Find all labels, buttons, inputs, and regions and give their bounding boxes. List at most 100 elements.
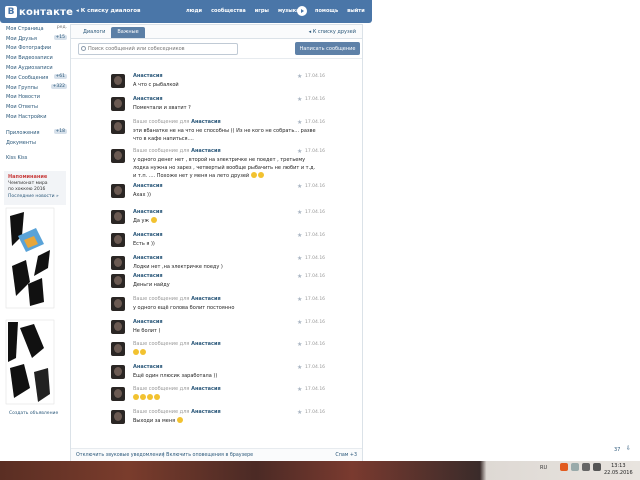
sidebar-item[interactable]: Мои Сообщения +61 xyxy=(0,73,70,83)
avatar[interactable] xyxy=(111,120,125,134)
message-row[interactable]: Анастасия Лодки нет ,на электричке поеду … xyxy=(71,254,362,274)
message-author[interactable]: Анастасия xyxy=(133,209,163,215)
star-icon[interactable]: ★ xyxy=(297,386,302,393)
avatar[interactable] xyxy=(111,410,125,424)
message-row[interactable]: Анастасия Помечтали и хватит ? ★ 17.04.16 xyxy=(71,95,362,115)
message-author[interactable]: Ваше сообщение для Анастасия xyxy=(133,409,221,415)
write-message-button[interactable]: Написать сообщение xyxy=(295,42,360,55)
sidebar-item[interactable]: Документы xyxy=(0,138,70,148)
star-icon[interactable]: ★ xyxy=(297,341,302,348)
avatar[interactable] xyxy=(111,274,125,288)
avatar[interactable] xyxy=(111,342,125,356)
message-author[interactable]: Ваше сообщение для Анастасия xyxy=(133,148,221,154)
message-author[interactable]: Анастасия xyxy=(133,96,163,102)
sidebar-item[interactable]: Kiss Kiss xyxy=(0,154,70,164)
message-author[interactable]: Анастасия xyxy=(133,364,163,370)
sidebar-item[interactable]: Приложения +18 xyxy=(0,128,70,138)
message-row[interactable]: Анастасия А что с рыбалкой ★ 17.04.16 xyxy=(71,72,362,92)
scroll-up-icon[interactable]: ⇩ xyxy=(626,445,632,453)
clock[interactable]: 13:13 22.05.2016 xyxy=(604,463,633,477)
nav-games[interactable]: игры xyxy=(255,8,269,14)
language-indicator[interactable]: RU xyxy=(540,465,547,471)
tray-app-icon[interactable] xyxy=(560,463,568,471)
avatar[interactable] xyxy=(111,320,125,334)
sidebar-item[interactable]: Мои Видеозаписи xyxy=(0,53,70,63)
avatar[interactable] xyxy=(111,184,125,198)
avatar[interactable] xyxy=(111,233,125,247)
message-row[interactable]: Анастасия Да уж ★ 17.04.16 xyxy=(71,208,362,228)
message-row[interactable]: Анастасия Деньги найду ★ 17.04.16 xyxy=(71,272,362,292)
star-icon[interactable]: ★ xyxy=(297,319,302,326)
star-icon[interactable]: ★ xyxy=(297,183,302,190)
message-row[interactable]: Ваше сообщение для Анастасия у одного ещё… xyxy=(71,295,362,315)
message-row[interactable]: Ваше сообщение для Анастасия у одного ден… xyxy=(71,147,362,179)
nav-people[interactable]: люди xyxy=(186,8,202,14)
message-author[interactable]: Анастасия xyxy=(133,319,163,325)
message-author[interactable]: Анастасия xyxy=(133,232,163,238)
back-to-dialogs-link[interactable]: ◂ К списку диалогов xyxy=(76,8,140,14)
star-icon[interactable]: ★ xyxy=(297,209,302,216)
enable-notifications-link[interactable]: | Включить оповещения в браузере xyxy=(163,453,253,458)
sidebar-item[interactable]: Моя Страница ред. xyxy=(0,24,70,34)
message-author[interactable]: Анастасия xyxy=(133,73,163,79)
edit-link[interactable]: ред. xyxy=(57,25,67,30)
message-author[interactable]: Ваше сообщение для Анастасия xyxy=(133,341,221,347)
spam-link[interactable]: Спам +3 xyxy=(335,453,357,458)
sidebar-item[interactable]: Мои Группы +322 xyxy=(0,83,70,93)
message-row[interactable]: Анастасия Ахах )) ★ 17.04.16 xyxy=(71,182,362,202)
avatar[interactable] xyxy=(111,387,125,401)
message-row[interactable]: Анастасия Не болит ) ★ 17.04.16 xyxy=(71,318,362,338)
back-to-friends-link[interactable]: ◂ К списку друзей xyxy=(309,29,356,35)
network-icon[interactable] xyxy=(582,463,590,471)
ad-image[interactable] xyxy=(4,206,56,310)
avatar[interactable] xyxy=(111,210,125,224)
nav-communities[interactable]: сообщества xyxy=(211,8,246,14)
volume-icon[interactable] xyxy=(593,463,601,471)
message-author[interactable]: Ваше сообщение для Анастасия xyxy=(133,296,221,302)
avatar[interactable] xyxy=(111,149,125,163)
reminder-box[interactable]: Напоминание Чемпионат мира по хоккею 201… xyxy=(4,171,66,206)
ad-image[interactable] xyxy=(4,318,56,406)
latest-news-link[interactable]: Последние новости » xyxy=(8,194,62,199)
message-row[interactable]: Анастасия Есть я )) ★ 17.04.16 xyxy=(71,231,362,251)
avatar[interactable] xyxy=(111,74,125,88)
search-input[interactable] xyxy=(78,43,238,55)
star-icon[interactable]: ★ xyxy=(297,73,302,80)
star-icon[interactable]: ★ xyxy=(297,96,302,103)
message-author[interactable]: Анастасия xyxy=(133,255,163,261)
sidebar-item[interactable]: Мои Настройки xyxy=(0,112,70,122)
star-icon[interactable]: ★ xyxy=(297,273,302,280)
tab-important[interactable]: Важные xyxy=(111,27,145,38)
avatar[interactable] xyxy=(111,97,125,111)
message-author[interactable]: Ваше сообщение для Анастасия xyxy=(133,386,221,392)
sidebar-item[interactable]: Мои Новости xyxy=(0,93,70,103)
avatar[interactable] xyxy=(111,256,125,270)
message-row[interactable]: Ваше сообщение для Анастасия Выходи за ме… xyxy=(71,408,362,428)
nav-help[interactable]: помощь xyxy=(315,8,338,14)
message-author[interactable]: Анастасия xyxy=(133,183,163,189)
message-row[interactable]: Ваше сообщение для Анастасия эти вбанатке… xyxy=(71,118,362,142)
message-row[interactable]: Ваше сообщение для Анастасия ★ 17.04.16 xyxy=(71,385,362,405)
message-row[interactable]: Ваше сообщение для Анастасия ★ 17.04.16 xyxy=(71,340,362,360)
create-ad-link[interactable]: Создать объявление xyxy=(9,411,58,416)
star-icon[interactable]: ★ xyxy=(297,232,302,239)
flag-icon[interactable] xyxy=(571,463,579,471)
star-icon[interactable]: ★ xyxy=(297,409,302,416)
tab-dialogs[interactable]: Диалоги xyxy=(77,27,111,38)
avatar[interactable] xyxy=(111,365,125,379)
disable-sound-link[interactable]: Отключить звуковые уведомления xyxy=(76,453,164,458)
star-icon[interactable]: ★ xyxy=(297,296,302,303)
sidebar-item[interactable]: Мои Аудиозаписи xyxy=(0,63,70,73)
message-author[interactable]: Ваше сообщение для Анастасия xyxy=(133,119,221,125)
star-icon[interactable]: ★ xyxy=(297,119,302,126)
sidebar-item[interactable]: Мои Фотографии xyxy=(0,44,70,54)
nav-logout[interactable]: выйти xyxy=(347,8,365,14)
play-icon[interactable] xyxy=(297,6,307,16)
message-author[interactable]: Анастасия xyxy=(133,273,163,279)
vk-logo[interactable]: В контакте xyxy=(5,5,73,19)
message-row[interactable]: Анастасия Ещё один плюсик заработала )) ★ 1… xyxy=(71,363,362,383)
star-icon[interactable]: ★ xyxy=(297,364,302,371)
star-icon[interactable]: ★ xyxy=(297,255,302,262)
sidebar-item[interactable]: Мои Ответы xyxy=(0,102,70,112)
star-icon[interactable]: ★ xyxy=(297,148,302,155)
